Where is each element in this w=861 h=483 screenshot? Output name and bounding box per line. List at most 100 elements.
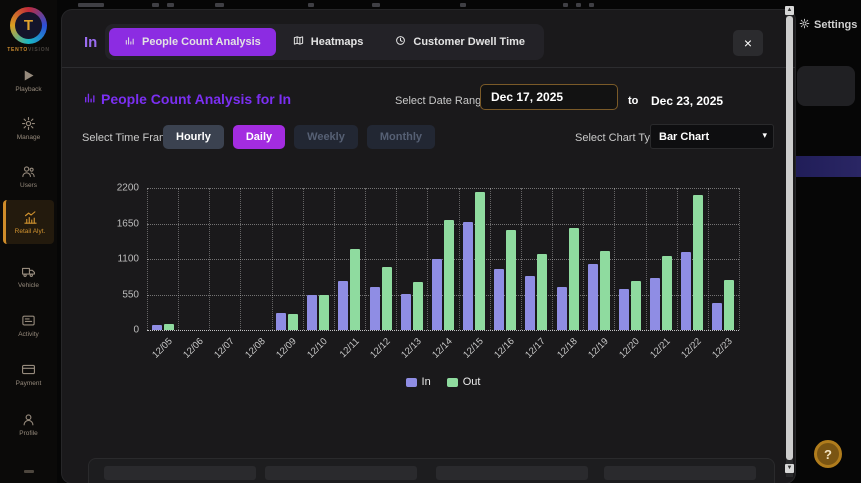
time-frame-daily-button[interactable]: Daily [233, 125, 285, 149]
bar-in-12/22 [681, 252, 691, 330]
bar-out-12/09 [288, 314, 298, 330]
date-end-value[interactable]: Dec 23, 2025 [651, 94, 723, 108]
payment-icon [21, 362, 36, 377]
legend-swatch [447, 378, 458, 387]
gridline-v [303, 188, 304, 330]
legend-swatch [406, 378, 417, 387]
bar-in-12/17 [525, 276, 535, 330]
sidebar-item-label: Payment [16, 380, 42, 387]
close-button[interactable]: × [733, 30, 763, 56]
y-axis-tick-label: 550 [103, 289, 139, 300]
analytics-icon [23, 210, 38, 225]
bar-in-12/15 [463, 222, 473, 330]
logo-glyph: T [15, 12, 42, 39]
sidebar-item-users[interactable]: Users [3, 154, 54, 198]
bottom-summary-panel [88, 458, 775, 483]
bar-in-12/23 [712, 303, 722, 330]
bar-out-12/11 [350, 249, 360, 330]
gridline-v [708, 188, 709, 330]
sidebar-item-label: Vehicle [18, 282, 39, 289]
gridline-v [334, 188, 335, 330]
gridline-v [583, 188, 584, 330]
settings-button[interactable]: Settings [799, 18, 857, 32]
tab-heatmaps[interactable]: Heatmaps [278, 28, 379, 56]
bar-out-12/13 [413, 282, 423, 330]
help-button[interactable]: ? [814, 440, 842, 468]
legend-label: Out [463, 376, 481, 388]
bar-in-12/09 [276, 313, 286, 330]
time-frame-hourly-button[interactable]: Hourly [163, 125, 224, 149]
sidebar-item-label: Users [20, 182, 37, 189]
bar-in-12/13 [401, 294, 411, 330]
sidebar-item-label: Manage [17, 134, 41, 141]
sidebar-item-activity[interactable]: Activity [3, 303, 54, 347]
sidebar-item-label: Playback [15, 86, 41, 93]
gridline-h [147, 188, 739, 189]
sidebar-item-label: Profile [19, 430, 37, 437]
legend-entry-out[interactable]: Out [447, 376, 481, 388]
y-axis-tick-label: 1100 [103, 254, 139, 265]
tab-label: People Count Analysis [142, 36, 261, 48]
bar-chart: 055011001650220012/0512/0612/0712/0812/0… [147, 188, 739, 330]
bar-in-12/20 [619, 289, 629, 330]
y-axis-tick-label: 1650 [103, 218, 139, 229]
tab-customer-dwell-time[interactable]: Customer Dwell Time [380, 28, 540, 56]
sidebar-item-payment[interactable]: Payment [3, 352, 54, 396]
scrollbar-thumb[interactable] [786, 16, 793, 460]
y-axis-tick-label: 0 [103, 325, 139, 336]
close-icon: × [744, 35, 752, 51]
legend-entry-in[interactable]: In [406, 376, 431, 388]
gridline-v [240, 188, 241, 330]
bar-in-12/11 [338, 281, 348, 330]
bar-in-12/05 [152, 325, 162, 330]
obscured-nav-item [24, 470, 34, 473]
bar-in-12/18 [557, 287, 567, 330]
bar-in-12/12 [370, 287, 380, 330]
gridline-v [427, 188, 428, 330]
date-range-separator: to [628, 95, 638, 107]
bar-out-12/22 [693, 195, 703, 330]
map-icon [293, 35, 304, 49]
sidebar-item-label: Activity [18, 331, 39, 338]
sidebar-item-retail-alyt[interactable]: Retail Alyt. [3, 200, 54, 244]
brand-logo[interactable]: T [10, 7, 47, 44]
sidebar-item-manage[interactable]: Manage [3, 106, 54, 150]
gridline-v [646, 188, 647, 330]
summary-card-placeholder [265, 466, 417, 480]
sidebar-item-profile[interactable]: Profile [3, 402, 54, 446]
gridline-v [209, 188, 210, 330]
sidebar-item-playback[interactable]: Playback [3, 58, 54, 102]
sidebar-item-vehicle[interactable]: Vehicle [3, 254, 54, 298]
date-range-label: Select Date Range: [395, 95, 490, 107]
gridline-v [521, 188, 522, 330]
bar-out-12/17 [537, 254, 547, 330]
people-count-modal: In People Count Analysis Heatmaps Customer… [62, 10, 795, 483]
sidebar-item-label: Retail Alyt. [15, 228, 46, 235]
bar-out-12/15 [475, 192, 485, 330]
scroll-down-icon[interactable]: ▼ [785, 464, 794, 473]
brand-name: TENTOVISION [0, 47, 57, 53]
summary-card-placeholder [104, 466, 256, 480]
bar-in-12/14 [432, 259, 442, 330]
bar-out-12/21 [662, 256, 672, 330]
bar-chart-icon [124, 35, 135, 49]
date-start-input[interactable] [480, 84, 618, 110]
bar-in-12/21 [650, 278, 660, 330]
modal-title: People Count Analysis for In [101, 91, 291, 107]
time-frame-weekly-button[interactable]: Weekly [294, 125, 358, 149]
clock-icon [395, 35, 406, 49]
time-frame-monthly-button[interactable]: Monthly [367, 125, 435, 149]
gridline-h [147, 330, 739, 331]
bar-out-12/23 [724, 280, 734, 330]
sidebar: T TENTOVISION Playback Manage Users Retail … [0, 0, 57, 483]
summary-card-placeholder [436, 466, 588, 480]
bar-out-12/16 [506, 230, 516, 330]
time-frame-buttons: Hourly Daily Weekly Monthly [163, 125, 435, 149]
bar-in-12/19 [588, 264, 598, 330]
tab-label: Heatmaps [311, 36, 364, 48]
bar-out-12/05 [164, 324, 174, 330]
tab-people-count-analysis[interactable]: People Count Analysis [109, 28, 276, 56]
scroll-up-icon[interactable]: ▲ [785, 6, 794, 15]
gridline-v [147, 188, 148, 330]
chart-type-select[interactable]: Bar Chart [650, 124, 774, 149]
